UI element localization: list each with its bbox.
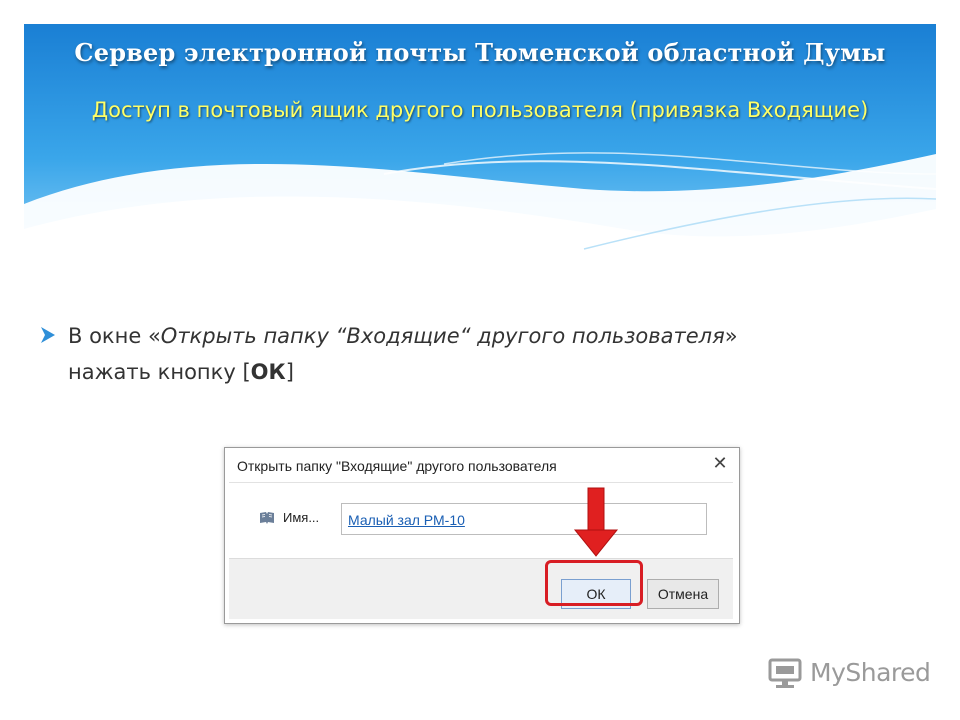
instruction-window-name: Открыть папку “Входящие“ другого пользов… bbox=[160, 324, 725, 348]
arrow-bullet-icon bbox=[41, 327, 55, 343]
dialog-titlebar[interactable]: Открыть папку "Входящие" другого пользов… bbox=[225, 448, 739, 482]
instruction-open-quote: В окне « bbox=[68, 324, 161, 348]
dialog-title: Открыть папку "Входящие" другого пользов… bbox=[237, 458, 557, 474]
instruction-action-text: нажать кнопку [ bbox=[68, 360, 251, 384]
red-pointer-arrow-icon bbox=[573, 487, 619, 557]
name-input-value[interactable]: Малый зал РМ-10 bbox=[348, 512, 465, 528]
cancel-button[interactable]: Отмена bbox=[647, 579, 719, 609]
dialog-footer: ОК Отмена bbox=[229, 558, 733, 619]
open-other-inbox-dialog: Открыть папку "Входящие" другого пользов… bbox=[224, 447, 740, 624]
instruction-text: В окне «Открыть папку “Входящие“ другого… bbox=[68, 318, 928, 390]
name-input[interactable]: Малый зал РМ-10 bbox=[341, 503, 707, 535]
instruction-close-quote: » bbox=[724, 324, 738, 348]
slide-title: Сервер электронной почты Тюменской облас… bbox=[74, 38, 886, 67]
slide-subtitle: Доступ в почтовый ящик другого пользоват… bbox=[91, 98, 869, 122]
instruction-line-2: нажать кнопку [ОК] bbox=[68, 354, 928, 390]
dialog-body: Имя... Малый зал РМ-10 bbox=[229, 482, 733, 557]
instruction-line-1: В окне «Открыть папку “Входящие“ другого… bbox=[68, 318, 928, 354]
name-button-label[interactable]: Имя... bbox=[283, 510, 319, 525]
instruction-ok-word: ОК bbox=[250, 360, 286, 384]
header-band: Сервер электронной почты Тюменской облас… bbox=[24, 24, 936, 269]
watermark-text: MyShared bbox=[810, 658, 931, 687]
instruction-bracket-close: ] bbox=[285, 360, 294, 384]
watermark: MyShared bbox=[766, 656, 931, 694]
myshared-logo-icon bbox=[768, 658, 802, 688]
close-icon[interactable]: ✕ bbox=[709, 452, 731, 474]
ok-highlight-box bbox=[545, 560, 643, 606]
address-book-icon[interactable] bbox=[259, 511, 275, 525]
